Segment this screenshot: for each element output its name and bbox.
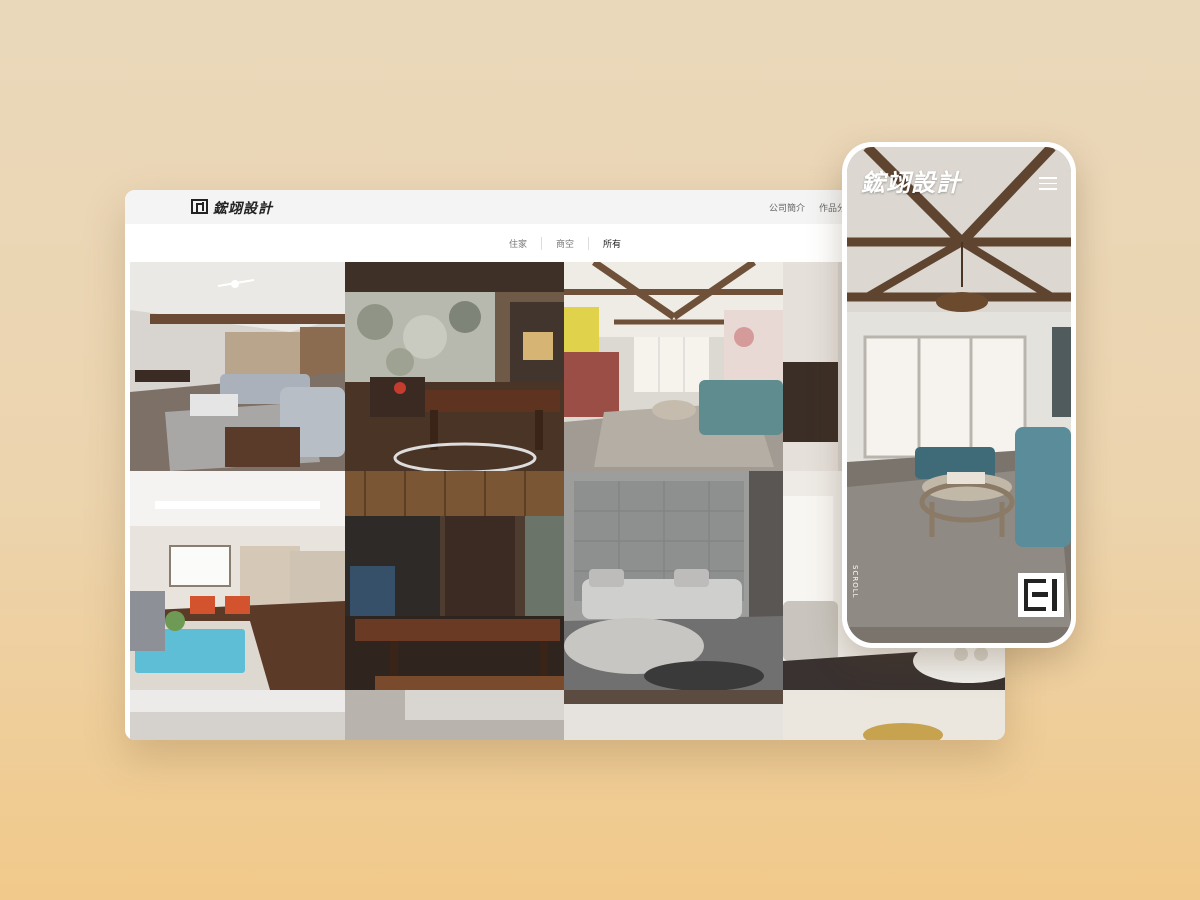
logo-icon[interactable] [191, 199, 208, 214]
project-tile[interactable] [564, 262, 783, 471]
tea-room-thumbnail [345, 262, 564, 471]
filter-commercial[interactable]: 商空 [542, 236, 589, 250]
project-tile[interactable] [564, 471, 783, 690]
project-tile[interactable] [130, 471, 345, 690]
ceiling-thumbnail [130, 690, 345, 740]
brand-mark-icon [1018, 573, 1064, 617]
project-tile[interactable] [130, 690, 345, 740]
filter-all[interactable]: 所有 [589, 237, 635, 250]
project-tile[interactable] [345, 262, 564, 471]
project-tile[interactable] [564, 690, 783, 740]
beamed-living-room-thumbnail [564, 262, 783, 471]
mobile-screen: 鋐翊設計 SCROLL [847, 147, 1071, 643]
zen-dining-thumbnail [345, 471, 564, 690]
open-plan-thumbnail [130, 471, 345, 690]
ceiling-thumbnail [564, 690, 783, 740]
menu-icon[interactable] [1039, 177, 1057, 190]
project-tile[interactable] [783, 690, 1005, 740]
scroll-indicator: SCROLL [851, 565, 859, 599]
site-logo[interactable]: 鋐翊設計 [213, 198, 273, 218]
ceiling-thumbnail [783, 690, 1005, 740]
project-tile[interactable] [345, 690, 564, 740]
hero-image [847, 147, 1071, 643]
living-room-thumbnail [130, 262, 345, 471]
mobile-preview: 鋐翊設計 SCROLL [842, 142, 1076, 648]
grey-living-thumbnail [564, 471, 783, 690]
project-tile[interactable] [130, 262, 345, 471]
project-tile[interactable] [345, 471, 564, 690]
nav-about[interactable]: 公司簡介 [769, 201, 805, 214]
ceiling-thumbnail [345, 690, 564, 740]
filter-residential[interactable]: 住家 [495, 236, 542, 250]
mobile-logo[interactable]: 鋐翊設計 [861, 163, 961, 198]
